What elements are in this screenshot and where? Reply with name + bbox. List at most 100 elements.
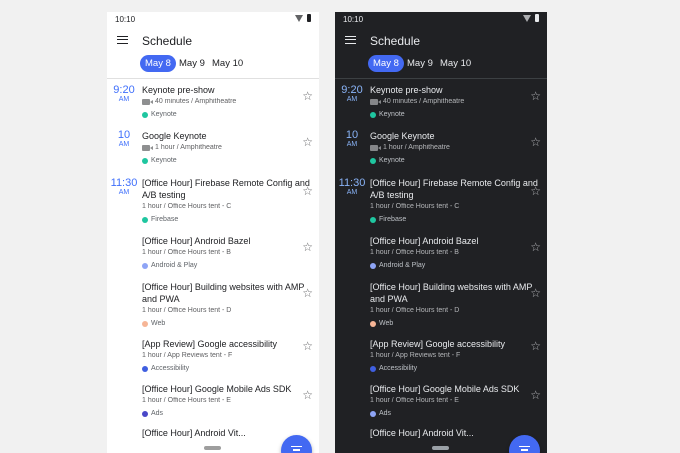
time-header: 9:20 AM bbox=[113, 84, 135, 103]
session-title: Keynote pre-show bbox=[370, 85, 443, 95]
session-tag: Ads bbox=[379, 410, 392, 417]
tab-may-10[interactable]: May 10 bbox=[435, 55, 476, 72]
tag-dot bbox=[370, 320, 376, 327]
star-icon[interactable]: ☆ bbox=[302, 389, 313, 401]
time-header: 11:30 AM bbox=[338, 177, 366, 196]
session-item[interactable]: [App Review] Google accessibility 1 hour… bbox=[142, 338, 313, 374]
session-subtitle: 1 hour / Office Hours tent - D bbox=[370, 307, 460, 314]
light-theme-screen: 10:10 Schedule May 8 May 9 May 10 9:20 A… bbox=[107, 12, 319, 453]
session-item[interactable]: [Office Hour] Firebase Remote Config and… bbox=[142, 177, 313, 225]
star-icon[interactable]: ☆ bbox=[530, 136, 541, 148]
tag-dot bbox=[370, 157, 376, 164]
tag-dot bbox=[142, 111, 148, 118]
session-title: [Office Hour] Android Bazel bbox=[142, 236, 251, 246]
session-tag: Web bbox=[379, 320, 394, 327]
session-item[interactable]: [Office Hour] Building websites with AMP… bbox=[142, 281, 313, 329]
session-title: [Office Hour] Building websites with AMP… bbox=[370, 282, 533, 304]
session-title: [Office Hour] Google Mobile Ads SDK bbox=[142, 384, 292, 394]
session-title: [Office Hour] Building websites with AMP… bbox=[142, 282, 305, 304]
battery-icon bbox=[535, 14, 539, 22]
status-time: 10:10 bbox=[343, 15, 364, 24]
tab-may-8[interactable]: May 8 bbox=[140, 55, 176, 72]
star-icon[interactable]: ☆ bbox=[302, 340, 313, 352]
session-item[interactable]: [Office Hour] Google Mobile Ads SDK 1 ho… bbox=[370, 383, 541, 419]
tab-may-9[interactable]: May 9 bbox=[174, 55, 210, 72]
time-header: 10 AM bbox=[117, 129, 131, 148]
star-icon[interactable]: ☆ bbox=[530, 241, 541, 253]
livestream-icon bbox=[370, 144, 378, 151]
star-icon[interactable]: ☆ bbox=[530, 90, 541, 102]
tag-dot bbox=[142, 365, 148, 372]
status-bar: 10:10 bbox=[107, 12, 319, 27]
tab-may-9[interactable]: May 9 bbox=[402, 55, 438, 72]
battery-icon bbox=[307, 14, 311, 22]
nav-handle[interactable] bbox=[204, 446, 221, 450]
session-tag: Firebase bbox=[151, 216, 179, 223]
star-icon[interactable]: ☆ bbox=[530, 389, 541, 401]
session-subtitle: 40 minutes / Amphitheatre bbox=[155, 98, 237, 105]
tab-may-10[interactable]: May 10 bbox=[207, 55, 248, 72]
session-item[interactable]: [Office Hour] Firebase Remote Config and… bbox=[370, 177, 541, 225]
wifi-icon bbox=[295, 14, 303, 22]
session-subtitle: 1 hour / Office Hours tent - C bbox=[142, 203, 232, 210]
tag-dot bbox=[370, 262, 376, 269]
session-item[interactable]: Google Keynote 1 hour / Amphitheatre Key… bbox=[370, 130, 541, 166]
nav-handle[interactable] bbox=[432, 446, 449, 450]
star-icon[interactable]: ☆ bbox=[530, 185, 541, 197]
tag-dot bbox=[142, 410, 148, 417]
status-time: 10:10 bbox=[115, 15, 136, 24]
session-tag: Firebase bbox=[379, 216, 407, 223]
app-bar: Schedule bbox=[107, 27, 319, 52]
session-item[interactable]: [Office Hour] Google Mobile Ads SDK 1 ho… bbox=[142, 383, 313, 419]
session-title: [App Review] Google accessibility bbox=[142, 339, 278, 349]
session-item[interactable]: Keynote pre-show 40 minutes / Amphitheat… bbox=[142, 84, 313, 120]
star-icon[interactable]: ☆ bbox=[530, 287, 541, 299]
star-icon[interactable]: ☆ bbox=[302, 90, 313, 102]
session-tag: Keynote bbox=[379, 111, 405, 118]
livestream-icon bbox=[142, 144, 150, 151]
session-item[interactable]: [App Review] Google accessibility 1 hour… bbox=[370, 338, 541, 374]
session-tag: Web bbox=[151, 320, 166, 327]
livestream-icon bbox=[370, 98, 378, 105]
session-subtitle: 1 hour / App Reviews tent - F bbox=[370, 352, 461, 359]
session-tag: Ads bbox=[151, 410, 164, 417]
session-subtitle: 1 hour / Office Hours tent - E bbox=[370, 397, 459, 404]
session-tag: Android & Play bbox=[379, 262, 426, 269]
session-item[interactable]: [Office Hour] Android Bazel 1 hour / Off… bbox=[370, 235, 541, 271]
tag-dot bbox=[142, 320, 148, 327]
session-tag: Keynote bbox=[379, 157, 405, 164]
star-icon[interactable]: ☆ bbox=[302, 185, 313, 197]
menu-icon[interactable] bbox=[345, 36, 356, 44]
star-icon[interactable]: ☆ bbox=[302, 287, 313, 299]
session-title: Keynote pre-show bbox=[142, 85, 215, 95]
star-icon[interactable]: ☆ bbox=[530, 340, 541, 352]
tag-dot bbox=[370, 365, 376, 372]
tag-dot bbox=[142, 157, 148, 164]
filter-icon bbox=[519, 446, 530, 453]
session-title: Google Keynote bbox=[142, 131, 207, 141]
dark-theme-screen: 10:10 Schedule May 8 May 9 May 10 9:20 A… bbox=[335, 12, 547, 453]
star-icon[interactable]: ☆ bbox=[302, 241, 313, 253]
session-item[interactable]: [Office Hour] Building websites with AMP… bbox=[370, 281, 541, 329]
session-item[interactable]: Google Keynote 1 hour / Amphitheatre Key… bbox=[142, 130, 313, 166]
app-bar: Schedule bbox=[335, 27, 547, 52]
session-title: [Office Hour] Firebase Remote Config and… bbox=[142, 178, 310, 200]
page-title: Schedule bbox=[370, 34, 421, 48]
session-item[interactable]: Keynote pre-show 40 minutes / Amphitheat… bbox=[370, 84, 541, 120]
tag-dot bbox=[370, 216, 376, 223]
session-list[interactable]: 9:20 AM 10 AM 11:30 AM Keynote pre-show … bbox=[335, 79, 547, 453]
session-subtitle: 1 hour / Office Hours tent - D bbox=[142, 307, 232, 314]
menu-icon[interactable] bbox=[117, 36, 128, 44]
session-tag: Accessibility bbox=[379, 365, 418, 372]
star-icon[interactable]: ☆ bbox=[302, 136, 313, 148]
session-list[interactable]: 9:20 AM 10 AM 11:30 AM Keynote pre-show … bbox=[107, 79, 319, 453]
tag-dot bbox=[142, 262, 148, 269]
session-title: [Office Hour] Android Bazel bbox=[370, 236, 479, 246]
page-title: Schedule bbox=[142, 34, 193, 48]
date-tabs: May 8 May 9 May 10 bbox=[335, 52, 547, 78]
tag-dot bbox=[370, 111, 376, 118]
wifi-icon bbox=[523, 14, 531, 22]
session-subtitle: 1 hour / Amphitheatre bbox=[383, 144, 450, 151]
tab-may-8[interactable]: May 8 bbox=[368, 55, 404, 72]
session-item[interactable]: [Office Hour] Android Bazel 1 hour / Off… bbox=[142, 235, 313, 271]
